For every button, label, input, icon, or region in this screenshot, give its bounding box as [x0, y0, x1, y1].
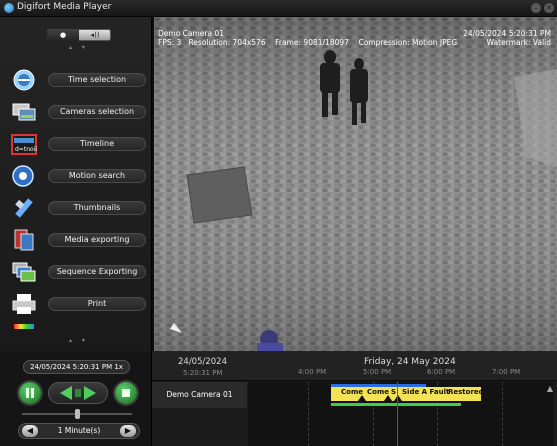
scroll-up-arrows[interactable]: ▴ ▾: [69, 44, 89, 51]
sidebar: ● ◂)) ▴ ▾ Time selection Cameras selecti…: [0, 17, 152, 351]
video-timestamp: 24/05/2024 5:20:31 PM: [463, 29, 551, 38]
tick-label: 6:00 PM: [427, 368, 456, 376]
stop-button[interactable]: [115, 382, 137, 404]
view-toggle[interactable]: ● ◂)): [47, 29, 111, 41]
frame-label: Frame: 9081/18097: [275, 38, 349, 47]
gridline: [308, 382, 309, 446]
interval-prev-button[interactable]: ◀: [22, 425, 38, 437]
tick-label: 7:00 PM: [492, 368, 521, 376]
next-item-partial-icon: [14, 324, 34, 329]
pause-icon: [26, 388, 34, 398]
print-button[interactable]: Print: [48, 297, 146, 311]
timeline-time: 5:20:31 PM: [183, 369, 223, 377]
timeline-button[interactable]: Timeline: [48, 137, 146, 151]
gridline: [502, 382, 503, 446]
menu-motion-search[interactable]: Motion search: [0, 162, 152, 190]
minimize-icon[interactable]: –: [531, 3, 541, 13]
camera-name-label: Demo Camera 01: [158, 29, 225, 38]
app-logo-icon: [4, 3, 14, 13]
title-bar: Digifort Media Player – ✕: [0, 0, 557, 17]
thumbnails-icon: [15, 198, 33, 218]
media-exporting-button[interactable]: Media exporting: [48, 233, 146, 247]
interval-label: 1 Minute(s): [57, 426, 101, 435]
pause-button[interactable]: [19, 382, 41, 404]
stop-icon: [122, 389, 130, 397]
compression-label: Compression: Motion JPEG: [358, 38, 458, 47]
person-icon[interactable]: ●: [47, 29, 79, 41]
stream-details: FPS: 3 Resolution: 704x576 Frame: 9081/1…: [158, 38, 457, 47]
menu-time-selection[interactable]: Time selection: [0, 66, 152, 94]
timeline-header: 24/05/2024 5:20:31 PM Friday, 24 May 202…: [152, 351, 557, 381]
speed-slider-knob[interactable]: [75, 409, 80, 419]
menu-thumbnails[interactable]: Thumbnails: [0, 194, 152, 222]
event-label[interactable]: Side A Fault: [402, 387, 449, 401]
sequence-exporting-button[interactable]: Sequence Exporting: [48, 265, 146, 279]
tick-label: 5:00 PM: [363, 368, 392, 376]
video-viewport[interactable]: Demo Camera 01 FPS: 3 Resolution: 704x57…: [154, 17, 557, 351]
play-direction-icon: [60, 386, 96, 400]
interval-next-button[interactable]: ▶: [120, 425, 136, 437]
timeline-panel[interactable]: 24/05/2024 5:20:31 PM Friday, 24 May 202…: [152, 351, 557, 446]
interval-selector: ◀ 1 Minute(s) ▶: [18, 423, 140, 439]
cameras-selection-button[interactable]: Cameras selection: [48, 105, 146, 119]
menu-timeline[interactable]: d=tnoii Timeline: [0, 130, 152, 158]
scroll-up-icon[interactable]: ▲: [547, 384, 553, 393]
printer-icon: [12, 294, 36, 314]
watermark-label: Watermark: Valid: [486, 38, 551, 47]
event-flag-icon: [384, 395, 392, 401]
timeline-date: 24/05/2024: [178, 357, 227, 367]
speaker-icon[interactable]: ◂)): [79, 29, 111, 41]
video-overlay-info: Demo Camera 01 FPS: 3 Resolution: 704x57…: [154, 17, 557, 47]
clock-icon: [13, 69, 35, 91]
resolution-label: Resolution: 704x576: [188, 38, 266, 47]
motion-search-button[interactable]: Motion search: [48, 169, 146, 183]
playback-controls: 24/05/2024 5:20:31 PM 1x ◀ 1 Minute(s) ▶: [0, 351, 152, 446]
svg-text:d=tnoii: d=tnoii: [15, 146, 37, 153]
speed-slider[interactable]: [22, 409, 132, 419]
timeline-camera-label[interactable]: Demo Camera 01: [152, 382, 247, 408]
event-label[interactable]: Restored: [448, 387, 484, 401]
time-selection-button[interactable]: Time selection: [48, 73, 146, 87]
close-icon[interactable]: ✕: [544, 3, 554, 13]
menu-sequence-exporting[interactable]: Sequence Exporting: [0, 258, 152, 286]
sequence-export-icon: [12, 262, 36, 282]
event-flag-icon: [394, 395, 402, 401]
timeline-track[interactable]: Come Come S Side A Fault Restored: [248, 382, 553, 446]
menu-print[interactable]: Print: [0, 290, 152, 318]
timeline-icon: d=tnoii: [11, 134, 37, 155]
window-title: Digifort Media Player: [17, 2, 112, 12]
motion-search-icon: [12, 165, 34, 187]
scroll-down-arrows[interactable]: ▴ ▾: [69, 337, 89, 344]
tick-label: 4:00 PM: [298, 368, 327, 376]
playback-datetime[interactable]: 24/05/2024 5:20:31 PM 1x: [23, 360, 130, 374]
media-export-icon: [14, 229, 34, 251]
playhead-cursor[interactable]: [397, 382, 398, 446]
menu-cameras-selection[interactable]: Cameras selection: [0, 98, 152, 126]
timeline-day-label: Friday, 24 May 2024: [364, 357, 456, 367]
cameras-icon: [12, 103, 36, 121]
direction-control[interactable]: [48, 382, 108, 404]
thumbnails-button[interactable]: Thumbnails: [48, 201, 146, 215]
menu-media-exporting[interactable]: Media exporting: [0, 226, 152, 254]
fps-label: FPS: 3: [158, 38, 182, 47]
event-flag-icon: [358, 395, 366, 401]
camera-frame-image: [154, 17, 557, 351]
recording-bar[interactable]: [331, 403, 461, 406]
